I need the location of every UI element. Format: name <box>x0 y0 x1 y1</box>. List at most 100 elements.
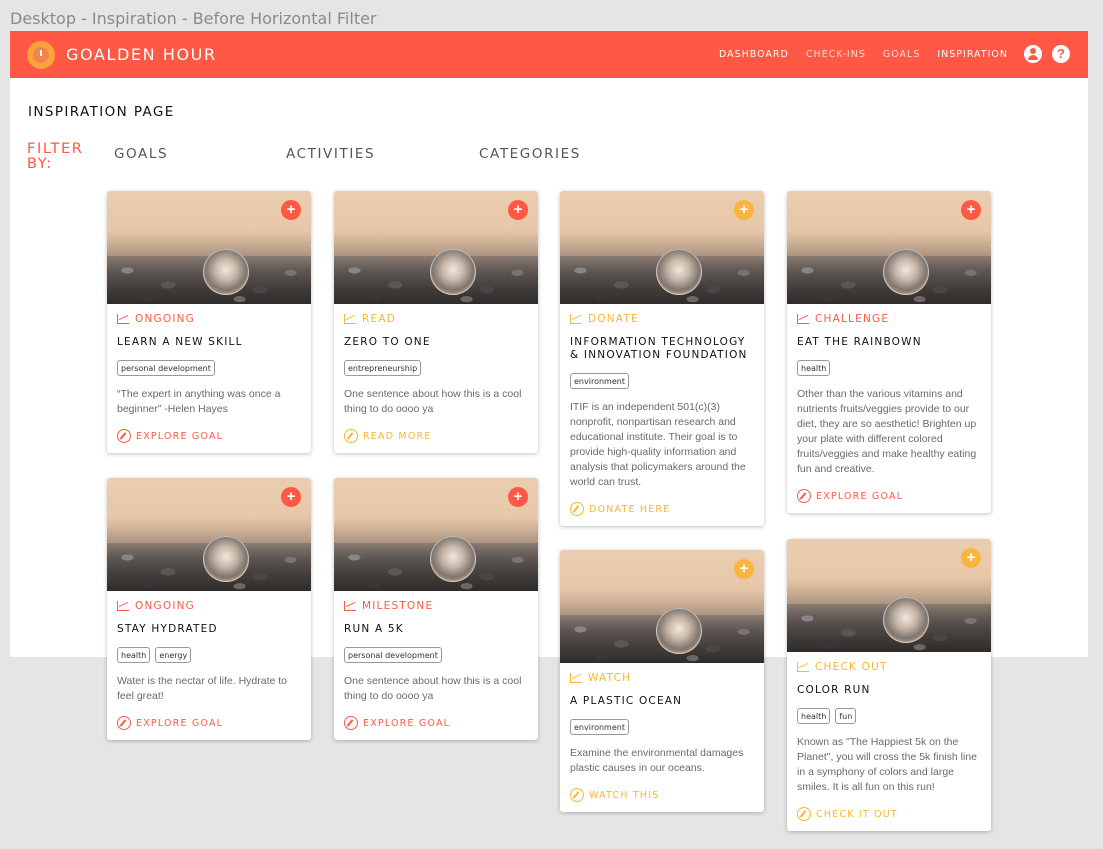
card-title: LEARN A NEW SKILL <box>117 336 243 348</box>
card-description: Known as "The Happiest 5k on the Planet"… <box>797 736 977 793</box>
card-description: Water is the nectar of life. Hydrate to … <box>117 675 288 702</box>
tag[interactable]: entrepreneurship <box>344 360 422 376</box>
card-cta[interactable]: EXPLORE GOAL <box>117 716 301 730</box>
page-title: INSPIRATION PAGE <box>28 104 175 120</box>
help-icon[interactable]: ? <box>1052 45 1070 63</box>
card-tags: entrepreneurship <box>344 360 528 376</box>
card-image: + <box>787 191 991 304</box>
chart-icon <box>570 673 582 683</box>
compass-icon <box>117 429 131 443</box>
filter-goals[interactable]: GOALS <box>114 146 168 162</box>
chart-icon <box>344 601 356 611</box>
tag[interactable]: personal development <box>344 647 442 663</box>
tag[interactable]: energy <box>155 647 192 663</box>
add-icon[interactable]: + <box>961 548 981 568</box>
nav-dashboard[interactable]: DASHBOARD <box>719 49 789 60</box>
card-image: + <box>787 539 991 652</box>
add-icon[interactable]: + <box>961 200 981 220</box>
card-type: WATCH <box>570 672 754 684</box>
card-description: “The expert in anything was once a begin… <box>117 388 281 415</box>
tag[interactable]: health <box>117 647 151 663</box>
card-cta[interactable]: EXPLORE GOAL <box>797 489 981 503</box>
nav-inspiration[interactable]: INSPIRATION <box>937 49 1008 60</box>
chart-icon <box>117 601 129 611</box>
tag[interactable]: health <box>797 708 831 724</box>
inspiration-card: + CHECK OUT COLOR RUN health fun Known as… <box>787 539 991 831</box>
card-title: ZERO TO ONE <box>344 336 431 348</box>
nav-links: DASHBOARD CHECK-INS GOALS INSPIRATION <box>719 49 1008 60</box>
add-icon[interactable]: + <box>734 200 754 220</box>
card-type: ONGOING <box>117 600 301 612</box>
inspiration-card: + CHALLENGE EAT THE RAINBOWN health Othe… <box>787 191 991 513</box>
chart-icon <box>570 314 582 324</box>
card-image: + <box>560 191 764 304</box>
card-title: COLOR RUN <box>797 684 871 696</box>
card-type: READ <box>344 313 528 325</box>
card-tags: health energy <box>117 647 301 663</box>
inspiration-card: + ONGOING STAY HYDRATED health energy Wat… <box>107 478 311 740</box>
user-icon[interactable] <box>1024 45 1042 63</box>
add-icon[interactable]: + <box>281 487 301 507</box>
card-cta[interactable]: EXPLORE GOAL <box>117 429 301 443</box>
frame-label: Desktop - Inspiration - Before Horizonta… <box>10 9 377 28</box>
card-description: One sentence about how this is a cool th… <box>344 388 522 415</box>
tag[interactable]: personal development <box>117 360 215 376</box>
tag[interactable]: health <box>797 360 831 376</box>
nav-goals[interactable]: GOALS <box>883 49 921 60</box>
sun-clock-logo-icon[interactable] <box>27 41 55 69</box>
compass-icon <box>570 788 584 802</box>
add-icon[interactable]: + <box>508 487 528 507</box>
card-description: Examine the environmental damages plasti… <box>570 747 744 774</box>
card-image: + <box>107 191 311 304</box>
card-title: RUN A 5K <box>344 623 404 635</box>
compass-icon <box>797 489 811 503</box>
card-cta[interactable]: DONATE HERE <box>570 502 754 516</box>
tag[interactable]: fun <box>835 708 857 724</box>
card-type: ONGOING <box>117 313 301 325</box>
card-image: + <box>107 478 311 591</box>
compass-icon <box>344 716 358 730</box>
nav-check-ins[interactable]: CHECK-INS <box>806 49 866 60</box>
card-tags: personal development <box>344 647 528 663</box>
compass-icon <box>797 807 811 821</box>
filter-categories[interactable]: CATEGORIES <box>479 146 581 162</box>
compass-icon <box>570 502 584 516</box>
inspiration-card: + ONGOING LEARN A NEW SKILL personal dev… <box>107 191 311 453</box>
tag[interactable]: environment <box>570 373 629 389</box>
card-image: + <box>560 550 764 663</box>
card-cta[interactable]: READ MORE <box>344 429 528 443</box>
inspiration-card: + WATCH A PLASTIC OCEAN environment Exam… <box>560 550 764 812</box>
chart-icon <box>797 662 809 672</box>
card-cta[interactable]: CHECK IT OUT <box>797 807 981 821</box>
card-image: + <box>334 191 538 304</box>
filter-activities[interactable]: ACTIVITIES <box>286 146 375 162</box>
card-tags: environment <box>570 373 754 389</box>
filter-by-label: FILTER BY: <box>27 141 84 172</box>
card-type: CHECK OUT <box>797 661 981 673</box>
inspiration-card: + READ ZERO TO ONE entrepreneurship One … <box>334 191 538 453</box>
add-icon[interactable]: + <box>281 200 301 220</box>
card-title: EAT THE RAINBOWN <box>797 336 922 348</box>
compass-icon <box>344 429 358 443</box>
card-description: ITIF is an independent 501(c)(3) nonprof… <box>570 401 746 488</box>
card-description: Other than the various vitamins and nutr… <box>797 388 977 475</box>
compass-icon <box>117 716 131 730</box>
card-tags: environment <box>570 719 754 735</box>
card-title: INFORMATION TECHNOLOGY & INNOVATION FOUN… <box>570 336 748 361</box>
brand-name[interactable]: GOALDEN HOUR <box>66 45 217 64</box>
card-cta[interactable]: EXPLORE GOAL <box>344 716 528 730</box>
add-icon[interactable]: + <box>734 559 754 579</box>
card-type: MILESTONE <box>344 600 528 612</box>
top-navbar: GOALDEN HOUR DASHBOARD CHECK-INS GOALS I… <box>10 31 1088 78</box>
card-tags: health fun <box>797 708 981 724</box>
card-title: A PLASTIC OCEAN <box>570 695 683 707</box>
card-type: DONATE <box>570 313 754 325</box>
chart-icon <box>344 314 356 324</box>
chart-icon <box>117 314 129 324</box>
inspiration-card: + DONATE INFORMATION TECHNOLOGY & INNOVA… <box>560 191 764 526</box>
card-tags: health <box>797 360 981 376</box>
card-title: STAY HYDRATED <box>117 623 218 635</box>
tag[interactable]: environment <box>570 719 629 735</box>
card-cta[interactable]: WATCH THIS <box>570 788 754 802</box>
add-icon[interactable]: + <box>508 200 528 220</box>
